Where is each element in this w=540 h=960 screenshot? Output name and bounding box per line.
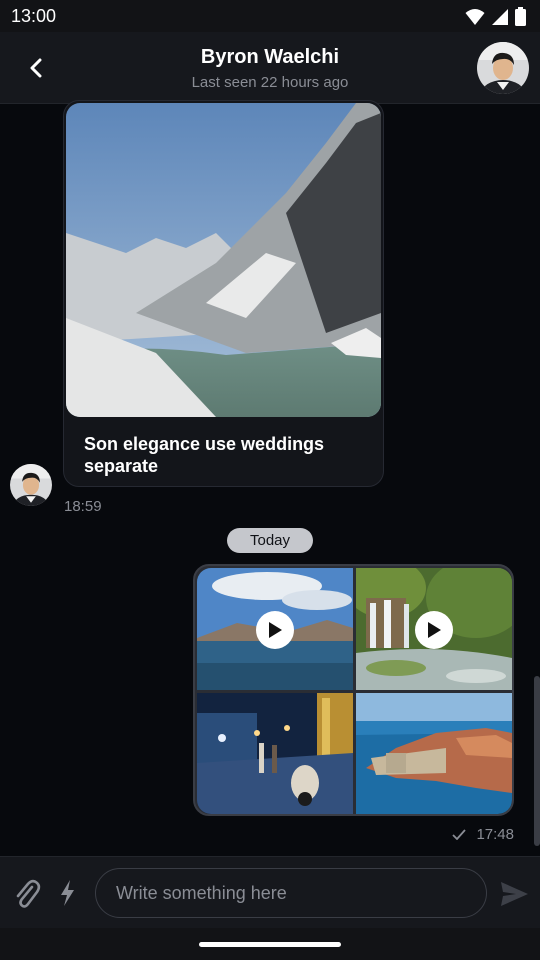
- paperclip-icon: [16, 879, 41, 908]
- chat-header: Byron Waelchi Last seen 22 hours ago: [0, 32, 540, 104]
- quick-action-button[interactable]: [56, 879, 80, 907]
- image-caption: Son elegance use weddings separate: [84, 434, 325, 476]
- send-icon: [501, 882, 528, 906]
- status-bar: 13:00: [0, 0, 540, 32]
- message-composer: [0, 856, 540, 928]
- message-time: 17:48: [476, 826, 514, 843]
- send-button[interactable]: [498, 879, 530, 909]
- status-icons: [465, 7, 526, 26]
- incoming-image-message[interactable]: Son elegance use weddings separate: [63, 100, 384, 487]
- battery-icon: [515, 7, 526, 26]
- scrollbar[interactable]: [534, 676, 540, 846]
- status-time: 13:00: [11, 6, 57, 26]
- last-seen-status: Last seen 22 hours ago: [191, 74, 349, 91]
- gallery-video-lake[interactable]: [197, 568, 353, 690]
- play-icon[interactable]: [415, 611, 453, 649]
- date-separator: Today: [227, 528, 313, 553]
- contact-name: Byron Waelchi: [200, 46, 340, 68]
- gallery-photo-coastal-city[interactable]: [356, 693, 512, 814]
- outgoing-media-gallery[interactable]: [193, 564, 514, 816]
- contact-avatar[interactable]: [477, 42, 529, 94]
- sender-avatar[interactable]: [10, 464, 52, 506]
- navigation-bar: [0, 928, 540, 960]
- home-indicator[interactable]: [199, 942, 341, 947]
- check-icon: [452, 829, 467, 840]
- wifi-icon: [465, 8, 485, 25]
- gallery-photo-night-street[interactable]: [197, 693, 353, 814]
- message-input[interactable]: [95, 868, 487, 918]
- sent-message-meta: 17:48: [452, 826, 514, 843]
- gallery-video-waterfall[interactable]: [356, 568, 512, 690]
- lightning-icon: [61, 880, 74, 906]
- mountain-lake-photo[interactable]: [66, 103, 381, 417]
- attach-button[interactable]: [12, 877, 42, 911]
- play-icon[interactable]: [256, 611, 294, 649]
- message-time: 18:59: [64, 498, 102, 515]
- signal-icon: [492, 8, 508, 25]
